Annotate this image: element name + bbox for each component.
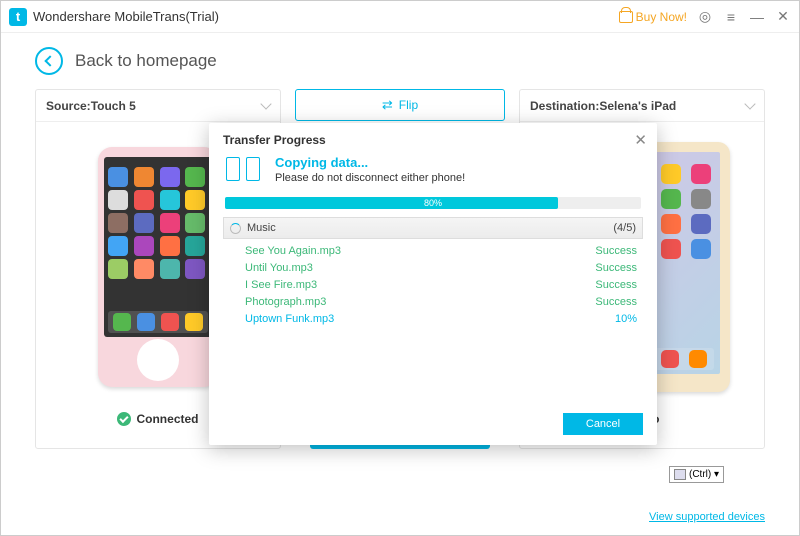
chevron-down-icon — [260, 98, 271, 109]
file-row: Uptown Funk.mp3 10% — [245, 311, 637, 328]
file-name: Until You.mp3 — [245, 260, 313, 277]
clipboard-icon — [674, 469, 686, 480]
source-status-label: Connected — [136, 412, 198, 426]
spinner-icon — [230, 223, 241, 234]
close-button[interactable]: ✕ — [775, 9, 791, 25]
modal-close-button[interactable]: ✕ — [634, 131, 647, 149]
file-status: Success — [595, 294, 637, 311]
destination-prefix: Destination: — [530, 99, 599, 113]
check-icon — [117, 412, 131, 426]
disconnect-warning: Please do not disconnect either phone! — [275, 172, 465, 184]
file-status: Success — [595, 260, 637, 277]
source-name: Touch 5 — [91, 99, 136, 113]
destination-header[interactable]: Destination: Selena's iPad — [520, 90, 764, 122]
destination-name: Selena's iPad — [599, 99, 676, 113]
file-status: Success — [595, 243, 637, 260]
modal-title: Transfer Progress — [223, 133, 643, 147]
app-logo: t — [9, 8, 27, 26]
category-name: Music — [247, 222, 276, 234]
file-row: See You Again.mp3 Success — [245, 243, 637, 260]
back-arrow-icon — [44, 55, 55, 66]
ctrl-paste-tooltip[interactable]: (Ctrl) ▾ — [669, 466, 724, 483]
file-status: 10% — [615, 311, 637, 328]
file-name: See You Again.mp3 — [245, 243, 341, 260]
file-row: Until You.mp3 Success — [245, 260, 637, 277]
buy-now-button[interactable]: Buy Now! — [619, 10, 687, 24]
titlebar: t Wondershare MobileTrans(Trial) Buy Now… — [1, 1, 799, 33]
menu-icon[interactable]: ≡ — [723, 9, 739, 25]
file-list: See You Again.mp3 Success Until You.mp3 Suc… — [223, 239, 643, 330]
chevron-down-icon — [744, 98, 755, 109]
minimize-button[interactable]: — — [749, 9, 765, 25]
transfer-progress-modal: Transfer Progress ✕ Copying data... Plea… — [209, 123, 657, 445]
cart-icon — [619, 11, 633, 23]
copying-label: Copying data... — [275, 155, 465, 170]
file-name: Photograph.mp3 — [245, 294, 326, 311]
feedback-icon[interactable]: ◎ — [697, 9, 713, 25]
app-title: Wondershare MobileTrans(Trial) — [33, 9, 219, 24]
progress-percent: 80% — [424, 197, 442, 209]
back-label: Back to homepage — [75, 51, 217, 71]
phone-transfer-icon — [223, 155, 263, 185]
file-name: Uptown Funk.mp3 — [245, 311, 334, 328]
ctrl-label: (Ctrl) ▾ — [689, 469, 719, 480]
ipod-device — [98, 147, 218, 387]
supported-devices-link[interactable]: View supported devices — [649, 511, 765, 523]
back-row: Back to homepage — [1, 33, 799, 89]
back-button[interactable] — [35, 47, 63, 75]
category-header: Music (4/5) — [223, 217, 643, 239]
buy-label: Buy Now! — [636, 10, 687, 24]
source-header[interactable]: Source: Touch 5 — [36, 90, 280, 122]
progress-bar: 80% — [225, 197, 641, 209]
file-row: I See Fire.mp3 Success — [245, 277, 637, 294]
progress-fill — [225, 197, 558, 209]
flip-label: Flip — [399, 98, 418, 112]
file-row: Photograph.mp3 Success — [245, 294, 637, 311]
source-prefix: Source: — [46, 99, 91, 113]
file-status: Success — [595, 277, 637, 294]
flip-button[interactable]: ⇄ Flip — [295, 89, 505, 121]
category-count: (4/5) — [613, 222, 636, 234]
cancel-button[interactable]: Cancel — [563, 413, 643, 435]
file-name: I See Fire.mp3 — [245, 277, 317, 294]
flip-icon: ⇄ — [382, 97, 393, 113]
